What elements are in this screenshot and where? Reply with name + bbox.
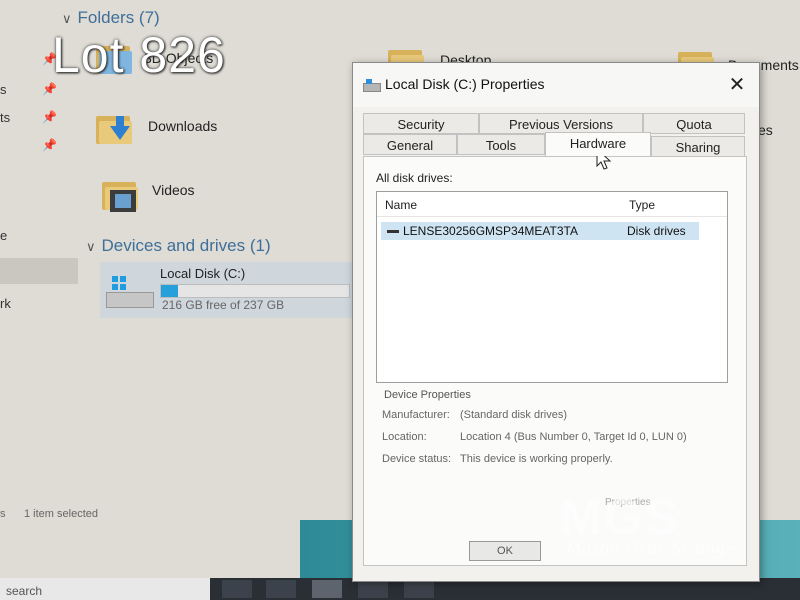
drive-icon: [363, 79, 381, 92]
file-explorer-icon[interactable]: [312, 580, 342, 598]
hidden-folder-label-fragment: es: [758, 122, 773, 138]
nav-item-fragment[interactable]: s: [0, 82, 7, 97]
tab-label: Hardware: [569, 136, 627, 151]
location-value: Location 4 (Bus Number 0, Target Id 0, L…: [460, 431, 687, 443]
devices-section-header[interactable]: ∨ Devices and drives (1): [86, 236, 271, 256]
pin-icon: 📌: [42, 138, 57, 152]
tab-label: Sharing: [675, 140, 721, 155]
tab-quota[interactable]: Quota: [643, 113, 745, 134]
column-header-name[interactable]: Name: [385, 198, 417, 212]
drive-usage-fill: [161, 285, 178, 297]
drive-local-disk-c[interactable]: Local Disk (C:) 216 GB free of 237 GB: [100, 262, 352, 318]
drive-usage-bar: [160, 284, 350, 298]
taskbar-search-box[interactable]: search: [0, 578, 210, 600]
manufacturer-label: Manufacturer:: [382, 409, 450, 421]
tab-label: Quota: [676, 117, 712, 132]
search-placeholder: search: [6, 584, 43, 598]
nav-item-fragment[interactable]: e: [0, 228, 7, 243]
tab-label: General: [386, 138, 434, 153]
download-arrow-icon: [110, 116, 130, 140]
drive-model-name: LENSE30256GMSP34MEAT3TA: [403, 224, 578, 238]
tab-label: Tools: [485, 138, 517, 153]
chevron-down-icon: ∨: [86, 239, 96, 254]
drive-type: Disk drives: [627, 224, 686, 238]
folder-label: Downloads: [148, 118, 218, 134]
watermark-text: Mason Gray Strange: [566, 538, 735, 558]
pin-icon: 📌: [42, 82, 57, 96]
dialog-title: Local Disk (C:) Properties: [385, 76, 545, 92]
status-selected: 1 item selected: [24, 508, 98, 520]
tab-tools[interactable]: Tools: [457, 134, 545, 155]
mail-icon[interactable]: [404, 580, 434, 598]
pin-icon: 📌: [42, 110, 57, 124]
drive-name: Local Disk (C:): [160, 266, 246, 281]
device-properties-title: Device Properties: [384, 389, 471, 401]
chevron-down-icon: ∨: [62, 11, 72, 26]
devices-header-label: Devices and drives (1): [101, 236, 271, 255]
all-disk-drives-label: All disk drives:: [376, 171, 453, 185]
properties-dialog: Local Disk (C:) Properties ✕ Security Pr…: [352, 62, 760, 582]
tab-previous-versions[interactable]: Previous Versions: [479, 113, 643, 134]
list-item-disk-drive[interactable]: LENSE30256GMSP34MEAT3TA Disk drives: [381, 222, 699, 240]
tab-general[interactable]: General: [363, 134, 457, 155]
location-label: Location:: [382, 431, 427, 443]
tab-sharing[interactable]: Sharing: [651, 136, 745, 157]
manufacturer-value: (Standard disk drives): [460, 409, 567, 421]
disk-drives-list[interactable]: Name Type LENSE30256GMSP34MEAT3TA Disk d…: [376, 191, 728, 383]
header-divider: [377, 216, 727, 217]
folder-icon: [96, 112, 132, 144]
disk-drive-icon: [387, 230, 399, 233]
device-status-label: Device status:: [382, 453, 452, 465]
column-header-type[interactable]: Type: [629, 198, 655, 212]
status-item-count-fragment: s: [0, 508, 6, 520]
nav-item-fragment[interactable]: ts: [0, 110, 10, 125]
tab-label: Security: [397, 117, 445, 132]
ok-button[interactable]: OK: [469, 541, 541, 561]
folder-label: Videos: [152, 182, 195, 198]
close-button[interactable]: ✕: [725, 73, 749, 97]
tab-security[interactable]: Security: [363, 113, 479, 134]
nav-item-fragment[interactable]: rk: [0, 296, 11, 311]
hard-drive-icon: [106, 276, 154, 310]
lot-number-label: Lot 826: [52, 27, 226, 83]
device-status-value: This device is working properly.: [460, 453, 613, 465]
windows-logo-icon: [112, 276, 126, 290]
nav-item-this-pc-selected[interactable]: [0, 258, 78, 284]
drive-free-space: 216 GB free of 237 GB: [162, 298, 285, 312]
hardware-tab-panel: All disk drives: Name Type LENSE30256GMS…: [363, 156, 747, 566]
folders-header-label: Folders (7): [77, 8, 160, 27]
tab-hardware[interactable]: Hardware: [545, 132, 651, 156]
tab-label: Previous Versions: [508, 117, 614, 132]
edge-browser-icon[interactable]: [266, 580, 296, 598]
dialog-title-bar[interactable]: Local Disk (C:) Properties ✕: [353, 63, 759, 107]
task-view-icon[interactable]: [222, 580, 252, 598]
close-icon: ✕: [728, 74, 746, 96]
film-icon: [110, 190, 136, 212]
folder-icon: [102, 178, 138, 212]
store-icon[interactable]: [358, 580, 388, 598]
folders-section-header[interactable]: ∨ Folders (7): [62, 8, 160, 28]
